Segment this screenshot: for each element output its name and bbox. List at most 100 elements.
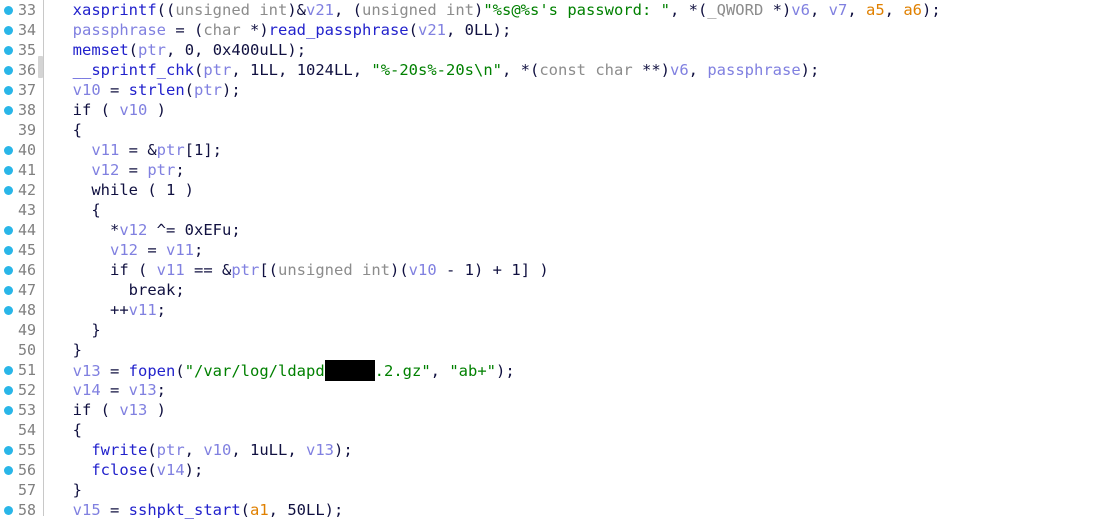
- code-line[interactable]: ++v11;: [54, 300, 1100, 320]
- code-token-var: v12: [110, 241, 138, 259]
- gutter-line[interactable]: 48: [0, 300, 45, 320]
- code-area[interactable]: xasprintf((unsigned int)&v21, (unsigned …: [45, 0, 1100, 519]
- breakpoint-dot-icon[interactable]: [4, 166, 13, 175]
- breakpoint-dot-icon[interactable]: [4, 406, 13, 415]
- code-line[interactable]: fwrite(ptr, v10, 1uLL, v13);: [54, 440, 1100, 460]
- code-line[interactable]: if ( v10 ): [54, 100, 1100, 120]
- code-line[interactable]: v12 = v11;: [54, 240, 1100, 260]
- code-line[interactable]: v14 = v13;: [54, 380, 1100, 400]
- code-line[interactable]: {: [54, 120, 1100, 140]
- code-token-var: v12: [91, 161, 120, 179]
- gutter-line[interactable]: 40: [0, 140, 45, 160]
- code-line[interactable]: __sprintf_chk(ptr, 1LL, 1024LL, "%-20s%-…: [54, 60, 1100, 80]
- code-token-punct: );: [800, 61, 820, 79]
- code-line[interactable]: {: [54, 420, 1100, 440]
- code-token-type: unsigned int: [278, 261, 390, 279]
- gutter-line[interactable]: 57: [0, 480, 45, 500]
- gutter-line[interactable]: 54: [0, 420, 45, 440]
- code-line[interactable]: v10 = strlen(ptr);: [54, 80, 1100, 100]
- breakpoint-dot-icon[interactable]: [4, 466, 13, 475]
- code-line[interactable]: while ( 1 ): [54, 180, 1100, 200]
- code-line[interactable]: fclose(v14);: [54, 460, 1100, 480]
- gutter-line[interactable]: 51: [0, 360, 45, 380]
- code-token-punct: (: [184, 81, 195, 99]
- code-token-var: ptr: [147, 161, 176, 179]
- gutter-line[interactable]: 35: [0, 40, 45, 60]
- breakpoint-dot-icon[interactable]: [4, 26, 13, 35]
- code-token-var: ptr: [231, 261, 260, 279]
- gutter-line[interactable]: 43: [0, 200, 45, 220]
- code-token-num: 50LL: [287, 501, 325, 519]
- gutter-line[interactable]: 55: [0, 440, 45, 460]
- breakpoint-dot-icon[interactable]: [4, 266, 13, 275]
- breakpoint-dot-icon[interactable]: [4, 86, 13, 95]
- code-token-punct: == &: [184, 261, 232, 279]
- breakpoint-dot-icon[interactable]: [4, 366, 13, 375]
- code-token-punct: ;: [156, 301, 166, 319]
- breakpoint-dot-icon[interactable]: [4, 186, 13, 195]
- code-line[interactable]: passphrase = (char *)read_passphrase(v21…: [54, 20, 1100, 40]
- code-line[interactable]: }: [54, 480, 1100, 500]
- breakpoint-dot-icon[interactable]: [4, 146, 13, 155]
- code-token-var: v13: [72, 362, 101, 380]
- code-line[interactable]: v11 = &ptr[1];: [54, 140, 1100, 160]
- breakpoint-dot-icon[interactable]: [4, 246, 13, 255]
- gutter-line[interactable]: 49: [0, 320, 45, 340]
- code-token-fn: fwrite: [91, 441, 148, 459]
- pseudocode-editor[interactable]: 33 34 35 36 37 38 39 40 41 42 43 44 45 46 47 48 49 50 51 52…: [0, 0, 1100, 519]
- breakpoint-dot-icon[interactable]: [4, 446, 13, 455]
- breakpoint-dot-icon[interactable]: [4, 66, 13, 75]
- gutter-line[interactable]: 45: [0, 240, 45, 260]
- gutter-line[interactable]: 53: [0, 400, 45, 420]
- code-token-var: v11: [166, 241, 194, 259]
- breakpoint-dot-icon[interactable]: [4, 286, 13, 295]
- gutter-line[interactable]: 47: [0, 280, 45, 300]
- code-line[interactable]: if ( v11 == &ptr[(unsigned int)(v10 - 1)…: [54, 260, 1100, 280]
- breakpoint-dot-icon[interactable]: [4, 106, 13, 115]
- breakpoint-dot-icon[interactable]: [4, 506, 13, 515]
- gutter-line[interactable]: 41: [0, 160, 45, 180]
- code-token-punct: -: [436, 261, 465, 279]
- code-line[interactable]: v12 = ptr;: [54, 160, 1100, 180]
- code-line[interactable]: }: [54, 320, 1100, 340]
- gutter-line[interactable]: 50: [0, 340, 45, 360]
- gutter-line[interactable]: 38: [0, 100, 45, 120]
- gutter-line[interactable]: 44: [0, 220, 45, 240]
- breakpoint-dot-icon[interactable]: [4, 386, 13, 395]
- code-token-punct: (: [138, 181, 166, 199]
- code-line[interactable]: *v12 ^= 0xEFu;: [54, 220, 1100, 240]
- gutter-line[interactable]: 37: [0, 80, 45, 100]
- breakpoint-dot-icon[interactable]: [4, 46, 13, 55]
- gutter-line[interactable]: 33: [0, 0, 45, 20]
- code-line[interactable]: break;: [54, 280, 1100, 300]
- code-line[interactable]: if ( v13 ): [54, 400, 1100, 420]
- breakpoint-dot-icon[interactable]: [4, 306, 13, 315]
- gutter-line[interactable]: 58: [0, 500, 45, 520]
- code-line[interactable]: }: [54, 340, 1100, 360]
- gutter-line[interactable]: 42: [0, 180, 45, 200]
- gutter-line[interactable]: 52: [0, 380, 45, 400]
- code-line[interactable]: memset(ptr, 0, 0x400uLL);: [54, 40, 1100, 60]
- code-token-punct: ): [147, 401, 167, 419]
- gutter-line[interactable]: 34: [0, 20, 45, 40]
- code-line[interactable]: {: [54, 200, 1100, 220]
- code-line[interactable]: v13 = fopen("/var/log/ldapd .2.gz", "ab+"…: [54, 360, 1100, 381]
- code-line[interactable]: v15 = sshpkt_start(a1, 50LL);: [54, 500, 1100, 520]
- line-number: 46: [17, 261, 36, 279]
- line-number-gutter[interactable]: 33 34 35 36 37 38 39 40 41 42 43 44 45 46 47 48 49 50 51 52…: [0, 0, 46, 519]
- gutter-line[interactable]: 46: [0, 260, 45, 280]
- gutter-line[interactable]: 36: [0, 60, 45, 80]
- gutter-line[interactable]: 39: [0, 120, 45, 140]
- breakpoint-dot-icon[interactable]: [4, 226, 13, 235]
- breakpoint-dot-icon[interactable]: [4, 6, 13, 15]
- code-line[interactable]: xasprintf((unsigned int)&v21, (unsigned …: [54, 0, 1100, 20]
- code-token-num: 0x400uLL: [212, 41, 288, 59]
- gutter-line[interactable]: 56: [0, 460, 45, 480]
